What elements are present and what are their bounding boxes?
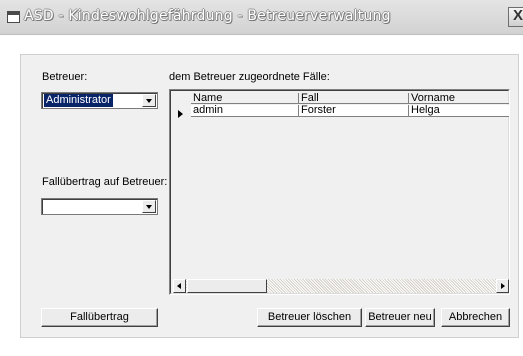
scrollbar-thumb[interactable]: [187, 279, 267, 293]
scroll-left-arrow-icon[interactable]: [173, 279, 186, 293]
abbrechen-button[interactable]: Abbrechen: [441, 308, 510, 327]
table-row[interactable]: admin Forster Helga: [191, 105, 509, 117]
cases-grid[interactable]: Name Fall Vorname admin Forster Helga: [169, 89, 510, 295]
title-bar[interactable]: ASD - Kindeswohlgefährdung - Betreuerver…: [0, 0, 523, 35]
cell-vorname[interactable]: Helga: [409, 105, 509, 117]
chevron-down-icon[interactable]: [142, 200, 156, 213]
column-header-name[interactable]: Name: [191, 93, 299, 104]
betreuer-select[interactable]: Administrator: [41, 92, 158, 109]
window-app-icon[interactable]: [7, 11, 20, 23]
chevron-down-icon[interactable]: [142, 94, 156, 107]
betreuer-loeschen-button[interactable]: Betreuer löschen: [257, 308, 362, 327]
betreuer-neu-button[interactable]: Betreuer neu: [365, 308, 435, 327]
transfer-betreuer-select[interactable]: [41, 198, 158, 215]
cases-label: dem Betreuer zugeordnete Fälle:: [169, 71, 330, 83]
fallubertrag-label: Fallübertrag auf Betreuer:: [42, 176, 168, 188]
horizontal-scrollbar[interactable]: [173, 279, 509, 293]
current-row-arrow-icon: [178, 110, 183, 118]
column-header-vorname[interactable]: Vorname: [409, 93, 509, 104]
betreuer-label: Betreuer:: [42, 71, 88, 83]
close-icon[interactable]: X: [508, 7, 523, 27]
cell-name[interactable]: admin: [191, 105, 299, 117]
betreuer-selected-value: Administrator: [44, 94, 113, 107]
grid-body: Name Fall Vorname admin Forster Helga: [170, 90, 509, 294]
column-header-fall[interactable]: Fall: [299, 93, 409, 104]
row-selector[interactable]: [173, 94, 191, 118]
scroll-right-arrow-icon[interactable]: [496, 279, 509, 293]
window-title: ASD - Kindeswohlgefährdung - Betreuerver…: [24, 8, 391, 24]
fallubertrag-button[interactable]: Fallübertrag: [41, 308, 158, 327]
betreuerverwaltung-window: ASD - Kindeswohlgefährdung - Betreuerver…: [0, 0, 523, 356]
cell-fall[interactable]: Forster: [299, 105, 409, 117]
